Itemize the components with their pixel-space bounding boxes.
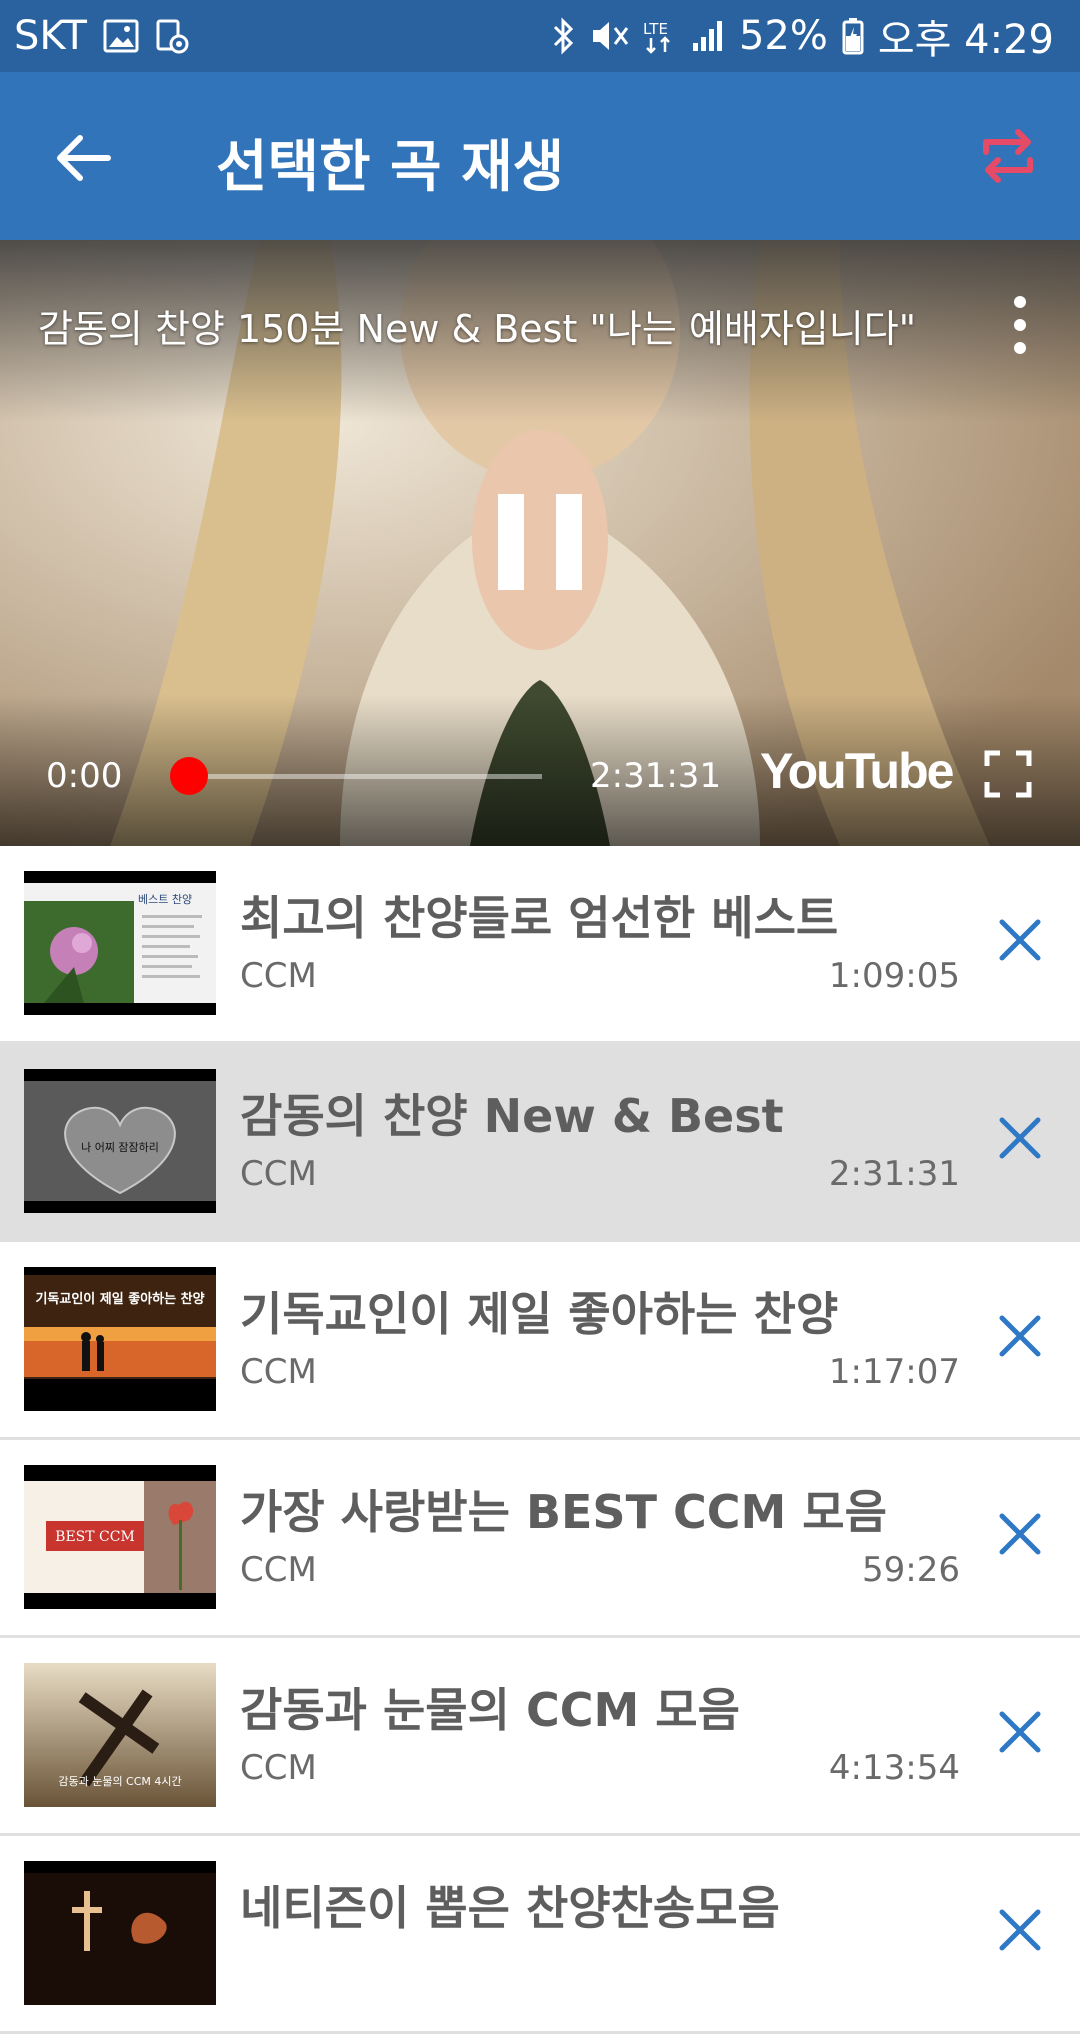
- item-duration: 2:31:31: [828, 1154, 960, 1194]
- close-icon: [999, 1711, 1041, 1753]
- video-thumbnail: [24, 1861, 216, 2005]
- clock: 오후 4:29: [877, 17, 1054, 63]
- close-icon: [999, 1315, 1041, 1357]
- item-category: CCM: [240, 1154, 317, 1194]
- playlist-item[interactable]: 네티즌이 뽑은 찬양찬송모음: [0, 1836, 1080, 2034]
- seek-thumb[interactable]: [170, 757, 208, 795]
- seek-bar[interactable]: [184, 774, 542, 779]
- item-title: 최고의 찬양들로 엄선한 베스트: [240, 891, 839, 945]
- item-title: 가장 사랑받는 BEST CCM 모음: [240, 1485, 887, 1539]
- item-duration: 59:26: [862, 1550, 960, 1590]
- item-title: 기독교인이 제일 좋아하는 찬양: [240, 1287, 839, 1341]
- fullscreen-icon: [984, 750, 1032, 798]
- lte-icon: LTE: [643, 18, 677, 54]
- pause-icon: [498, 494, 582, 590]
- total-time: 2:31:31: [590, 756, 722, 796]
- video-thumbnail: 기독교인이 제일 좋아하는 찬양: [24, 1267, 216, 1411]
- pause-button[interactable]: [490, 488, 590, 598]
- thumbnail-caption: 감동과 눈물의 CCM 4시간: [58, 1775, 181, 1788]
- item-duration: 1:09:05: [828, 956, 960, 996]
- item-title: 감동의 찬양 New & Best: [240, 1089, 784, 1143]
- more-options-button[interactable]: [1000, 290, 1040, 360]
- item-category: CCM: [240, 1550, 317, 1590]
- thumbnail-caption: 베스트 찬양: [138, 892, 192, 906]
- item-duration: 1:17:07: [828, 1352, 960, 1392]
- close-icon: [999, 1117, 1041, 1159]
- current-time: 0:00: [46, 756, 123, 796]
- item-duration: 4:13:54: [828, 1748, 960, 1788]
- remove-button[interactable]: [996, 1510, 1044, 1558]
- item-category: CCM: [240, 1352, 317, 1392]
- playlist-item-active[interactable]: 나 어찌 잠잠하리 감동의 찬양 New & Best CCM 2:31:31: [0, 1044, 1080, 1242]
- item-category: CCM: [240, 956, 317, 996]
- playlist-item[interactable]: BEST CCM 가장 사랑받는 BEST CCM 모음 CCM 59:26: [0, 1440, 1080, 1638]
- app-bar: 선택한 곡 재생: [0, 72, 1080, 240]
- battery-percent: 52%: [738, 13, 828, 59]
- thumbnail-caption: BEST CCM: [55, 1529, 135, 1545]
- remove-button[interactable]: [996, 916, 1044, 964]
- video-thumbnail: 베스트 찬양: [24, 871, 216, 1015]
- battery-icon: [842, 17, 864, 55]
- screen-record-icon: [155, 18, 189, 54]
- remove-button[interactable]: [996, 1708, 1044, 1756]
- playlist-item[interactable]: 기독교인이 제일 좋아하는 찬양 기독교인이 제일 좋아하는 찬양 CCM 1:…: [0, 1242, 1080, 1440]
- mute-icon: [589, 18, 629, 54]
- thumbnail-caption: 기독교인이 제일 좋아하는 찬양: [35, 1291, 204, 1307]
- playlist-item[interactable]: 감동과 눈물의 CCM 4시간 감동과 눈물의 CCM 모음 CCM 4:13:…: [0, 1638, 1080, 1836]
- playlist-item[interactable]: 베스트 찬양 최고의 찬양들로 엄선한 베스트 CCM 1:09:05: [0, 846, 1080, 1044]
- back-button[interactable]: [52, 126, 116, 190]
- video-thumbnail: 감동과 눈물의 CCM 4시간: [24, 1663, 216, 1807]
- status-bar: SKT LTE 52% 오후 4:29: [0, 0, 1080, 72]
- arrow-left-icon: [57, 135, 111, 181]
- remove-button[interactable]: [996, 1312, 1044, 1360]
- close-icon: [999, 919, 1041, 961]
- close-icon: [999, 1513, 1041, 1555]
- item-title: 네티즌이 뽑은 찬양찬송모음: [240, 1881, 780, 1935]
- remove-button[interactable]: [996, 1114, 1044, 1162]
- video-player[interactable]: 감동의 찬양 150분 New & Best "나는 예배자입니다" 0:00 …: [0, 240, 1080, 846]
- more-vertical-icon: [1014, 296, 1026, 354]
- repeat-icon: [983, 129, 1033, 183]
- close-icon: [999, 1909, 1041, 1951]
- video-title: 감동의 찬양 150분 New & Best "나는 예배자입니다": [38, 307, 917, 351]
- signal-icon: [691, 19, 725, 53]
- youtube-logo[interactable]: YouTube: [760, 742, 954, 800]
- fullscreen-button[interactable]: [984, 750, 1032, 798]
- item-title: 감동과 눈물의 CCM 모음: [240, 1683, 740, 1737]
- carrier-label: SKT: [14, 13, 87, 59]
- page-title: 선택한 곡 재생: [216, 135, 565, 200]
- item-category: CCM: [240, 1748, 317, 1788]
- video-thumbnail: BEST CCM: [24, 1465, 216, 1609]
- playlist: 베스트 찬양 최고의 찬양들로 엄선한 베스트 CCM 1:09:05 나 어찌…: [0, 846, 1080, 2034]
- thumbnail-caption: 나 어찌 잠잠하리: [81, 1140, 159, 1154]
- remove-button[interactable]: [996, 1906, 1044, 1954]
- video-thumbnail: 나 어찌 잠잠하리: [24, 1069, 216, 1213]
- svg-text:LTE: LTE: [643, 20, 668, 38]
- bluetooth-icon: [551, 17, 575, 55]
- image-icon: [103, 19, 139, 53]
- repeat-button[interactable]: [978, 126, 1038, 186]
